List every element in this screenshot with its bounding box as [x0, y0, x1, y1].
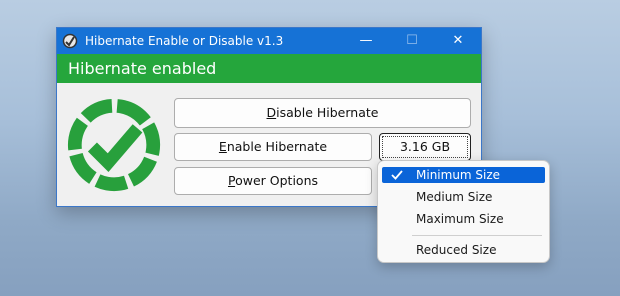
focus-rect [382, 136, 468, 158]
menu-item-maximum-size[interactable]: Maximum Size [382, 211, 545, 227]
power-options-button[interactable]: Power Options [174, 167, 372, 195]
app-icon [62, 33, 78, 49]
menu-separator [412, 235, 542, 236]
window-title: Hibernate Enable or Disable v1.3 [85, 34, 284, 48]
disable-label: isable Hibernate [276, 105, 379, 120]
enable-hotkey: E [218, 139, 227, 154]
minimize-button[interactable]: — [343, 28, 389, 54]
menu-item-label: Maximum Size [416, 212, 504, 226]
hiberfile-size-button[interactable]: 3.16 GB [379, 133, 471, 161]
disable-hotkey: D [266, 105, 277, 120]
check-circle-dashed-icon [67, 98, 161, 192]
close-button[interactable]: ✕ [435, 28, 481, 54]
menu-item-label: Minimum Size [416, 168, 501, 182]
title-bar[interactable]: Hibernate Enable or Disable v1.3 — ☐ ✕ [57, 28, 481, 54]
enable-hibernate-button[interactable]: Enable Hibernate [174, 133, 372, 161]
checkmark-icon [391, 170, 403, 180]
status-banner: Hibernate enabled [57, 54, 481, 83]
power-label: ower Options [235, 173, 318, 188]
menu-item-label: Reduced Size [416, 243, 497, 257]
enable-label: nable Hibernate [226, 139, 328, 154]
menu-item-reduced-size[interactable]: Reduced Size [382, 242, 545, 258]
maximize-button[interactable]: ☐ [389, 28, 435, 54]
disable-hibernate-button[interactable]: Disable Hibernate [174, 98, 471, 128]
menu-item-minimum-size[interactable]: Minimum Size [382, 167, 545, 183]
size-context-menu: Minimum Size Medium Size Maximum Size Re… [377, 160, 550, 263]
menu-item-medium-size[interactable]: Medium Size [382, 189, 545, 205]
menu-item-label: Medium Size [416, 190, 493, 204]
